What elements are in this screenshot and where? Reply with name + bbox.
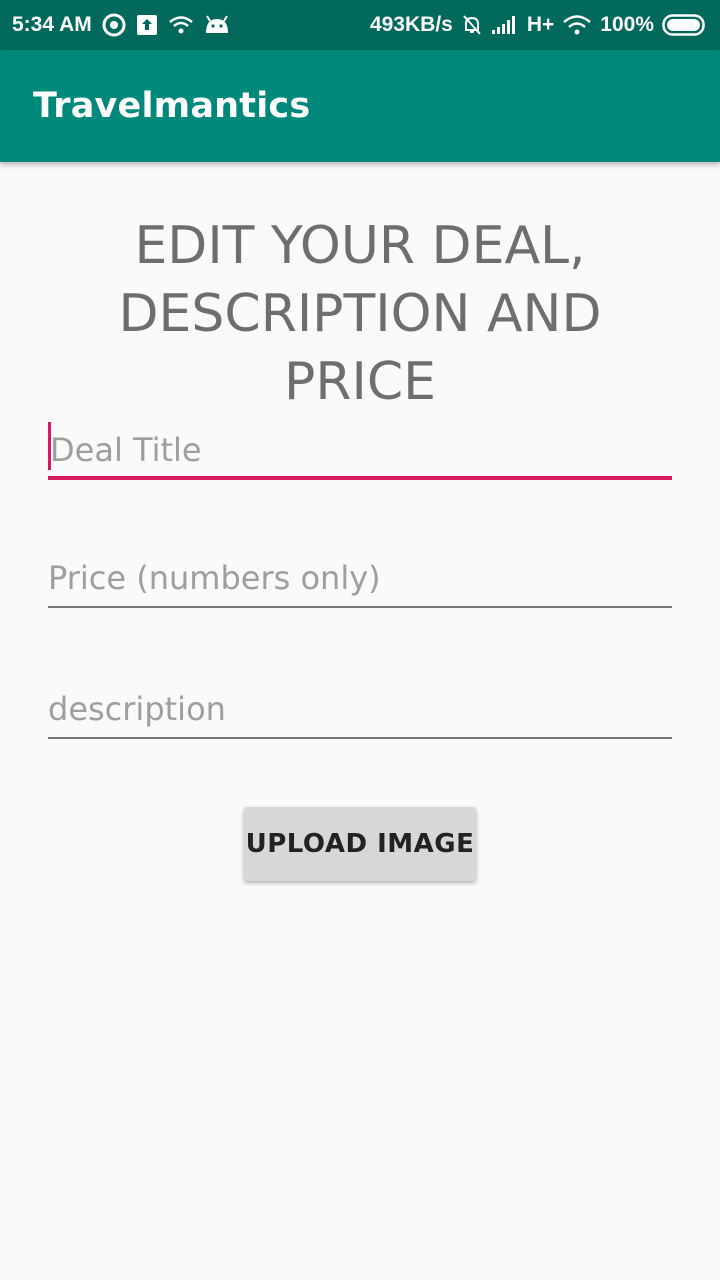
signal-icon: [491, 15, 519, 35]
wifi-icon: [168, 15, 194, 35]
text-cursor: [48, 422, 51, 470]
chrome-icon: [102, 13, 126, 37]
deal-title-input[interactable]: [48, 422, 672, 478]
wifi-icon: [562, 14, 592, 36]
description-underline: [48, 737, 672, 739]
upload-icon: [136, 14, 158, 36]
deal-title-underline: [48, 476, 672, 480]
status-time: 5:34 AM: [12, 13, 92, 36]
price-field[interactable]: [48, 550, 672, 608]
app-title: Travelmantics: [33, 86, 311, 126]
battery-percent: 100%: [600, 13, 654, 36]
upload-image-button[interactable]: UPLOAD IMAGE: [244, 807, 476, 881]
price-input[interactable]: [48, 550, 672, 606]
deal-title-field[interactable]: [48, 422, 672, 480]
network-speed: 493KB/s: [369, 13, 453, 36]
price-underline: [48, 606, 672, 608]
app-bar: Travelmantics: [0, 50, 720, 162]
battery-icon: [662, 14, 708, 36]
android-icon: [204, 15, 230, 35]
description-input[interactable]: [48, 681, 672, 737]
mute-bell-icon: [461, 14, 483, 36]
network-type: H+: [526, 13, 555, 36]
status-bar: 5:34 AM 493KB/s H+ 100%: [0, 0, 720, 50]
page-title: EDIT YOUR DEAL, DESCRIPTION AND PRICE: [118, 216, 602, 412]
description-field[interactable]: [48, 681, 672, 739]
